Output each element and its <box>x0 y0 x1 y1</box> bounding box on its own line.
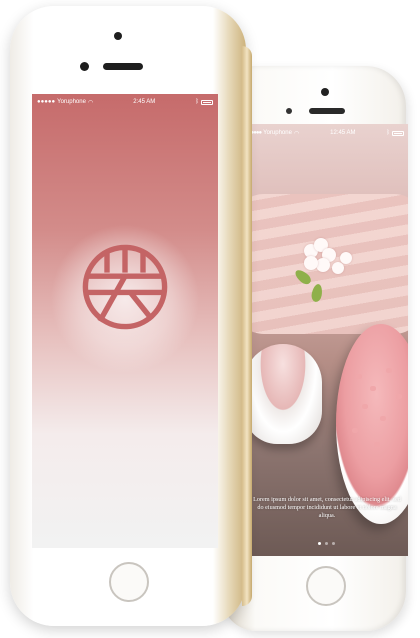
page-dot[interactable] <box>324 542 328 545</box>
earpiece-icon <box>309 108 345 114</box>
status-bar: ●●●●● Yoruphone ◠ 12:45 AM ᛒ <box>244 124 408 142</box>
onboarding-screen: ●●●●● Yoruphone ◠ 12:45 AM ᛒ Lorem ipsum… <box>244 124 408 556</box>
front-phone: ●●●●● Yoruphone ◠ 2:45 AM ᛒ <box>10 6 252 626</box>
cup-image <box>244 344 322 444</box>
salt-bowl-image <box>336 324 408 524</box>
page-indicator[interactable] <box>244 542 408 545</box>
wifi-icon: ◠ <box>293 130 300 137</box>
battery-icon <box>201 99 213 105</box>
carrier-info: ●●●●● Yoruphone ◠ <box>248 130 299 137</box>
status-bar: ●●●●● Yoruphone ◠ 2:45 AM ᛒ <box>32 94 218 110</box>
home-button[interactable] <box>306 566 346 606</box>
status-right: ᛒ <box>195 99 213 105</box>
page-dot[interactable] <box>317 542 321 545</box>
bluetooth-icon: ᛒ <box>386 130 390 136</box>
front-camera-icon <box>321 88 329 96</box>
carrier-info: ●●●●● Yoruphone ◠ <box>37 99 93 106</box>
signal-icon: ●●●●● <box>37 99 56 105</box>
home-button[interactable] <box>109 562 149 602</box>
front-camera-icon <box>114 32 122 40</box>
carrier-name: Yoruphone <box>263 130 292 136</box>
bluetooth-icon: ᛒ <box>195 99 199 105</box>
phone-mockup-stage: ●●●●● Yoruphone ◠ 12:45 AM ᛒ Lorem ipsum… <box>0 0 420 638</box>
carrier-name: Yoruphone <box>57 99 86 105</box>
earpiece-icon <box>103 63 143 70</box>
sensor-icon <box>286 108 292 114</box>
phone-edge <box>242 46 252 606</box>
onboarding-caption: Lorem ipsum dolor sit amet, consectetur … <box>253 496 401 519</box>
status-time: 2:45 AM <box>133 99 156 105</box>
splash-screen: ●●●●● Yoruphone ◠ 2:45 AM ᛒ <box>32 94 218 548</box>
app-logo-icon <box>82 244 168 330</box>
battery-icon <box>392 130 404 136</box>
status-right: ᛒ <box>386 130 404 136</box>
page-dot[interactable] <box>331 542 335 545</box>
status-time: 12:45 AM <box>330 130 356 136</box>
sensor-icon <box>80 62 89 71</box>
wifi-icon: ◠ <box>87 99 94 106</box>
